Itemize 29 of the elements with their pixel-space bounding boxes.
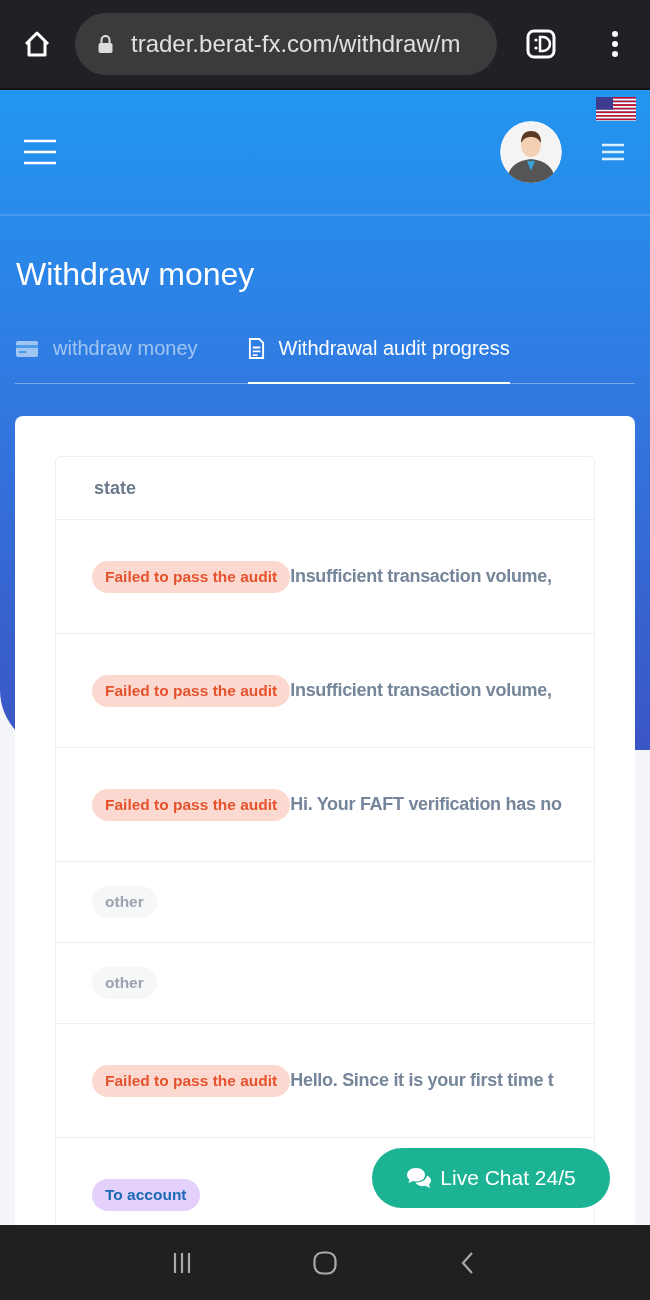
lock-icon	[97, 34, 114, 54]
status-badge: other	[92, 967, 157, 999]
tab-switcher-icon[interactable]	[526, 29, 556, 59]
chat-icon	[406, 1167, 433, 1189]
status-badge: To account	[92, 1178, 200, 1211]
us-flag-icon[interactable]	[596, 97, 636, 121]
status-badge: Failed to pass the audit	[92, 1064, 291, 1097]
avatar-icon[interactable]	[500, 121, 562, 183]
status-note: Hello. Since it is your first time t	[290, 1070, 554, 1091]
status-badge: Failed to pass the audit	[92, 560, 291, 593]
menu-icon[interactable]	[602, 143, 624, 161]
address-bar[interactable]: trader.berat-fx.com/withdraw/m	[75, 13, 497, 75]
home-button-icon[interactable]	[313, 1250, 337, 1275]
status-note: Insufficient transaction volume,	[290, 566, 552, 587]
more-icon[interactable]	[611, 30, 619, 58]
status-badge: other	[92, 886, 157, 918]
column-header: state	[94, 477, 137, 499]
tab[interactable]: withdraw money	[15, 337, 198, 384]
status-badge: Failed to pass the audit	[92, 674, 291, 707]
document-icon	[247, 338, 265, 359]
status-badge: Failed to pass the audit	[92, 788, 291, 821]
home-icon[interactable]	[22, 29, 52, 59]
live-chat-button[interactable]: Live Chat 24/5	[372, 1148, 610, 1208]
page-title: Withdraw money	[16, 256, 256, 293]
status-note: Insufficient transaction volume,	[290, 680, 552, 701]
tab[interactable]: Withdrawal audit progress	[247, 337, 510, 384]
status-note: Hi. Your FAFT verification has no	[290, 794, 562, 815]
url-text: trader.berat-fx.com/withdraw/m	[131, 30, 461, 58]
credit-card-icon	[15, 339, 39, 358]
